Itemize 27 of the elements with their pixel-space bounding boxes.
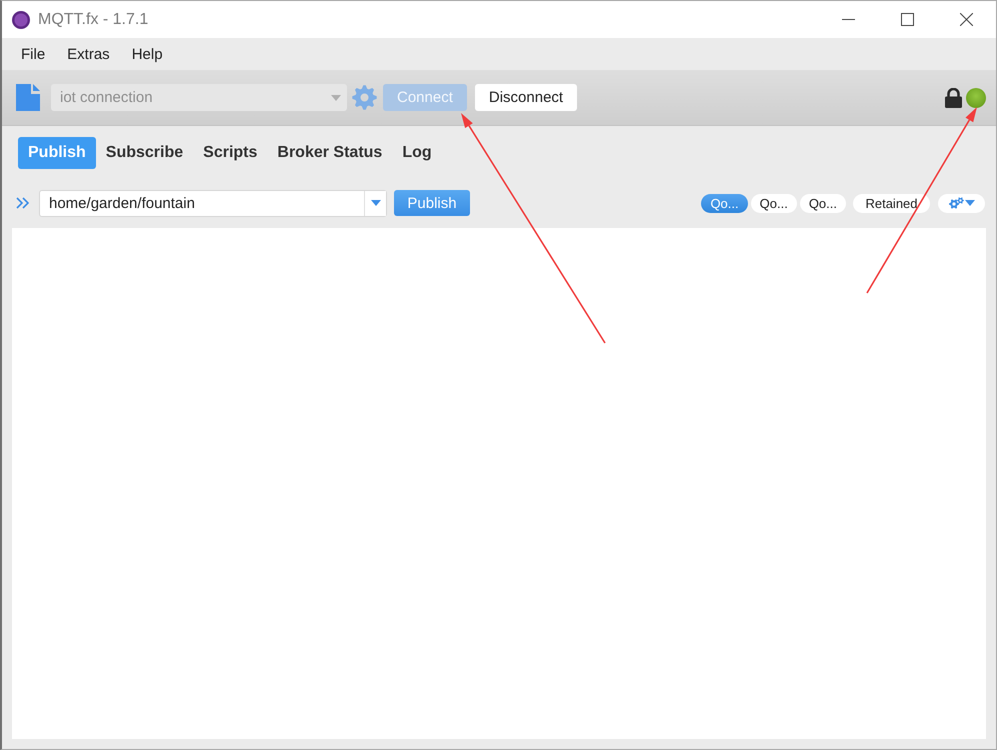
file-icon[interactable] xyxy=(16,84,40,111)
caret-icon xyxy=(370,200,380,206)
dropdown-button[interactable] xyxy=(364,190,386,216)
qos-toggle-button[interactable]: Qo... xyxy=(750,194,797,212)
settings-icon[interactable] xyxy=(352,85,377,110)
menu-item[interactable]: Extras xyxy=(56,42,121,66)
tab[interactable]: Broker Status xyxy=(267,137,392,169)
tab[interactable]: Log xyxy=(392,137,442,169)
app-logo-icon xyxy=(12,10,30,28)
double-chevron-icon[interactable] xyxy=(16,197,29,209)
tab[interactable]: Subscribe xyxy=(96,137,194,169)
topic-field[interactable]: home/garden/fountain xyxy=(39,190,387,216)
window-title: MQTT.fx - 1.7.1 xyxy=(38,10,148,28)
tab[interactable]: Scripts xyxy=(193,137,268,169)
caret-icon xyxy=(964,200,974,206)
caret-icon xyxy=(331,94,341,100)
disconnect-button[interactable]: Disconnect xyxy=(474,84,578,111)
qos-toggle-button[interactable]: Qo... xyxy=(800,194,846,212)
lock-icon xyxy=(945,88,962,108)
menu-item[interactable]: File xyxy=(10,42,56,66)
gears-icon xyxy=(948,197,964,209)
retained-toggle-button[interactable]: Retained xyxy=(853,194,930,212)
maximize-icon xyxy=(901,13,914,26)
payload-field[interactable] xyxy=(12,228,986,739)
menu-item[interactable]: Help xyxy=(120,42,174,66)
close-icon xyxy=(960,13,973,26)
options-dropdown-button[interactable] xyxy=(938,194,985,212)
